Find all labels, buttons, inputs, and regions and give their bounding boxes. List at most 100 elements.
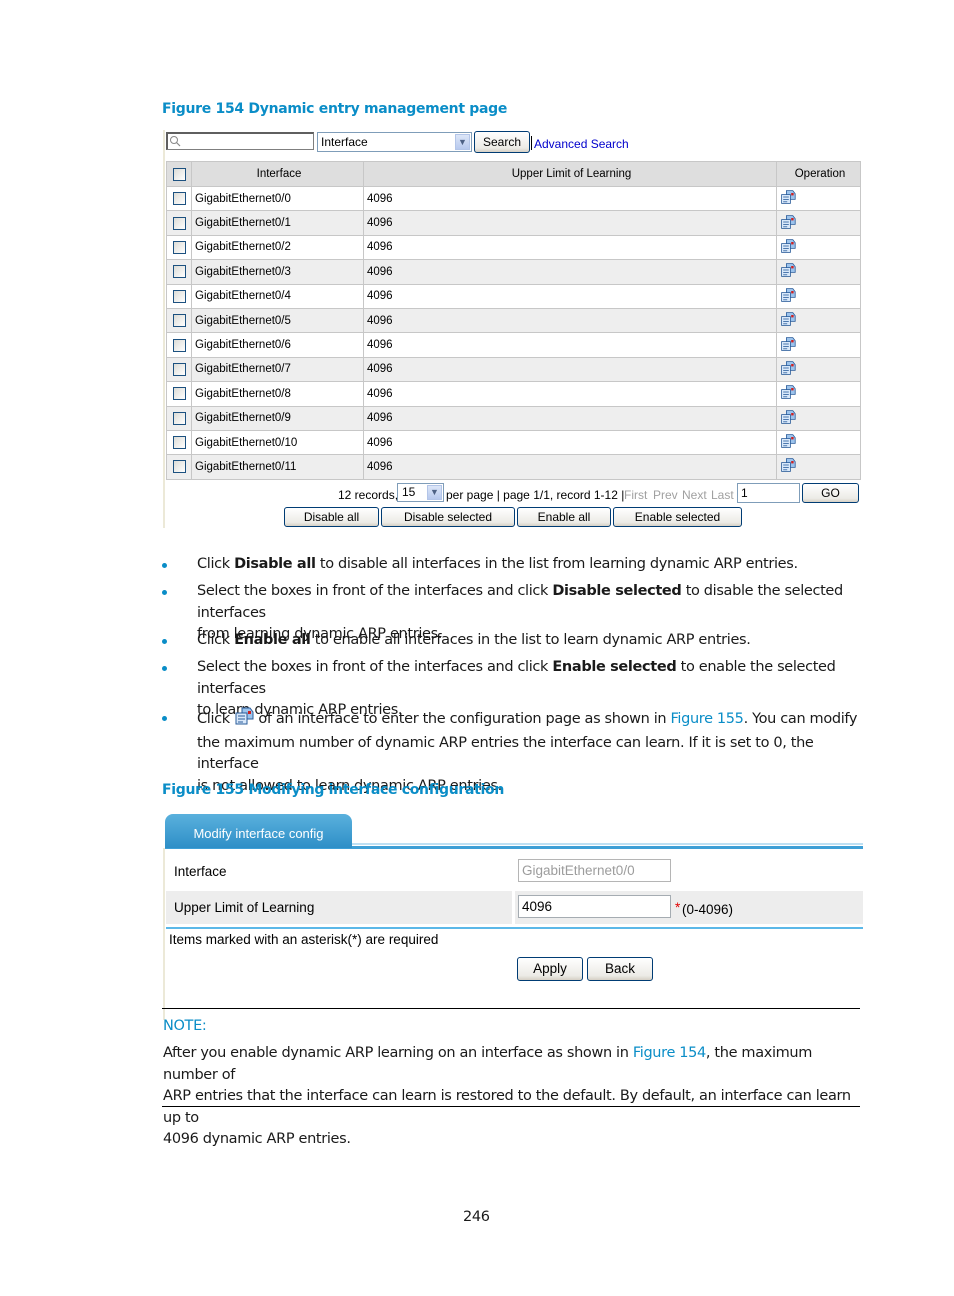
- upper-limit-cell: 4096: [363, 307, 777, 334]
- table-row: GigabitEthernet0/10 4096: [166, 429, 861, 456]
- page-number-input[interactable]: [737, 483, 800, 503]
- table-row: GigabitEthernet0/2 4096: [166, 234, 861, 261]
- interface-cell: GigabitEthernet0/7: [191, 356, 364, 383]
- note-top-rule: [162, 1008, 860, 1009]
- text: ARP entries that the interface can learn…: [163, 1088, 851, 1126]
- upper-limit-range: (0-4096): [682, 902, 734, 917]
- row-checkbox[interactable]: [172, 314, 186, 328]
- edit-config-icon[interactable]: [780, 262, 796, 281]
- next-page-link[interactable]: Next: [682, 488, 707, 502]
- row-checkbox[interactable]: [172, 289, 186, 303]
- edit-config-icon[interactable]: [780, 189, 796, 208]
- enable-all-button[interactable]: Enable all: [517, 507, 611, 527]
- disable-all-button[interactable]: Disable all: [284, 507, 379, 527]
- edit-config-icon[interactable]: [780, 433, 796, 452]
- row-checkbox[interactable]: [172, 460, 186, 474]
- bullet-dot: [162, 666, 167, 671]
- row-checkbox[interactable]: [172, 436, 186, 450]
- upper-limit-cell: 4096: [363, 234, 777, 261]
- edit-config-icon: [234, 707, 254, 733]
- interface-value-cell: [512, 855, 863, 888]
- back-button[interactable]: Back: [587, 957, 653, 981]
- operation-cell: [776, 259, 861, 285]
- row-checkbox[interactable]: [172, 265, 186, 279]
- tab-bar-line: [352, 843, 863, 845]
- upper-limit-field[interactable]: [518, 895, 671, 918]
- edit-config-icon[interactable]: [780, 311, 796, 330]
- row-select-cell: [166, 259, 192, 285]
- search-input[interactable]: [166, 132, 314, 150]
- search-field-select[interactable]: Interface ▼: [317, 132, 472, 152]
- last-page-link[interactable]: Last: [711, 488, 734, 502]
- row-checkbox[interactable]: [172, 240, 186, 254]
- interface-cell: GigabitEthernet0/3: [191, 259, 364, 285]
- edit-config-icon[interactable]: [780, 287, 796, 306]
- upper-limit-cell: 4096: [363, 283, 777, 309]
- edit-config-icon[interactable]: [780, 360, 796, 379]
- interface-cell: GigabitEthernet0/10: [191, 429, 364, 456]
- interface-cell: GigabitEthernet0/4: [191, 283, 364, 309]
- text: Click: [197, 556, 235, 572]
- per-page-value: 15: [402, 485, 416, 499]
- row-select-cell: [166, 185, 192, 212]
- first-page-link[interactable]: First: [624, 488, 647, 502]
- operation-cell: [776, 283, 861, 309]
- apply-button[interactable]: Apply: [517, 957, 583, 981]
- chevron-down-icon[interactable]: ▼: [427, 485, 442, 500]
- advanced-search-link[interactable]: Advanced Search: [534, 137, 629, 151]
- upper-limit-cell: 4096: [363, 356, 777, 383]
- edit-config-icon[interactable]: [780, 214, 796, 233]
- text: to disable all interfaces in the list fr…: [315, 556, 798, 572]
- text: Click: [197, 632, 235, 648]
- edit-config-icon[interactable]: [780, 384, 796, 403]
- prev-page-link[interactable]: Prev: [653, 488, 678, 502]
- figure-155-link[interactable]: Figure 155: [671, 711, 744, 727]
- divider: [531, 136, 532, 150]
- table-header-row: Interface Upper Limit of Learning Operat…: [166, 161, 861, 187]
- edit-config-icon[interactable]: [780, 238, 796, 257]
- row-select-cell: [166, 234, 192, 261]
- row-checkbox[interactable]: [172, 387, 186, 401]
- upper-limit-label: Upper Limit of Learning: [174, 900, 315, 915]
- search-button[interactable]: Search: [474, 131, 530, 153]
- text: Click: [197, 711, 235, 727]
- text: Select the boxes in front of the interfa…: [197, 659, 553, 675]
- edit-config-icon[interactable]: [780, 336, 796, 355]
- row-checkbox[interactable]: [172, 362, 186, 376]
- figure-154-link[interactable]: Figure 154: [633, 1045, 706, 1061]
- bold-term: Enable selected: [552, 659, 677, 675]
- upper-limit-row: Upper Limit of Learning * (0-4096): [166, 891, 863, 924]
- select-all-checkbox[interactable]: [172, 167, 186, 181]
- row-select-cell: [166, 210, 192, 236]
- edit-config-icon[interactable]: [780, 457, 796, 476]
- text: 4096 dynamic ARP entries.: [163, 1131, 351, 1147]
- column-header-interface: Interface: [191, 161, 364, 187]
- disable-selected-button[interactable]: Disable selected: [381, 507, 515, 527]
- row-checkbox[interactable]: [172, 216, 186, 230]
- row-checkbox[interactable]: [172, 338, 186, 352]
- row-checkbox[interactable]: [172, 411, 186, 425]
- tab-modify-interface-config[interactable]: Modify interface config: [165, 814, 352, 848]
- interface-cell: GigabitEthernet0/9: [191, 405, 364, 431]
- text: of an interface to enter the configurati…: [254, 711, 671, 727]
- table-row: GigabitEthernet0/9 4096: [166, 405, 861, 431]
- enable-selected-button[interactable]: Enable selected: [613, 507, 742, 527]
- row-checkbox[interactable]: [172, 192, 186, 206]
- search-field-value: Interface: [321, 135, 368, 149]
- row-select-cell: [166, 405, 192, 431]
- operation-cell: [776, 429, 861, 456]
- table-row: GigabitEthernet0/6 4096: [166, 332, 861, 358]
- operation-cell: [776, 210, 861, 236]
- column-header-upper-limit: Upper Limit of Learning: [363, 161, 777, 187]
- interface-cell: GigabitEthernet0/5: [191, 307, 364, 334]
- interface-row: Interface: [166, 855, 863, 888]
- go-button[interactable]: GO: [802, 483, 859, 503]
- chevron-down-icon[interactable]: ▼: [455, 134, 470, 150]
- note-body: After you enable dynamic ARP learning on…: [163, 1043, 863, 1151]
- text: . You can modify: [743, 711, 858, 727]
- upper-limit-cell: 4096: [363, 259, 777, 285]
- edit-config-icon[interactable]: [780, 409, 796, 428]
- interface-field: [518, 859, 671, 882]
- frame-left-border: [163, 848, 165, 1020]
- per-page-select[interactable]: 15 ▼: [397, 483, 444, 502]
